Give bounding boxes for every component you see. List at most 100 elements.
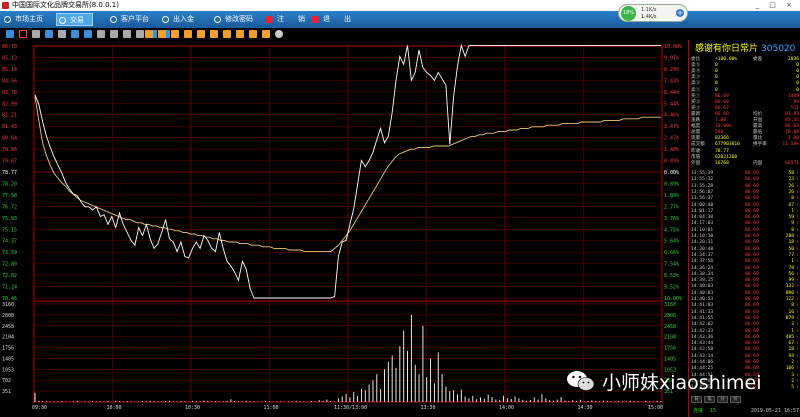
logout-icon: [266, 16, 273, 23]
price-tick-label: 75.93: [2, 216, 17, 222]
quote-v: +100.00%: [715, 57, 738, 62]
percent-tick-label: 10.00%: [664, 44, 682, 50]
watermark-text: 小师妹xiaoshimei: [602, 372, 762, 394]
quote-v: 0: [715, 87, 718, 93]
volume-right-tick-label: 2104: [664, 335, 676, 341]
time-tick-label: 10:00: [107, 405, 122, 411]
quote-l2: 换手率: [753, 142, 767, 148]
x-icon[interactable]: [236, 30, 244, 38]
quote-v: 0: [715, 81, 718, 87]
panel-tab-3[interactable]: 价: [730, 396, 741, 403]
menu-item-label: 出入金: [173, 15, 194, 23]
network-speeds: 1.1K/s 1.4K/s: [641, 7, 657, 21]
quote-v: 677903810: [715, 142, 740, 148]
n-icon[interactable]: [210, 30, 218, 38]
k-icon[interactable]: [145, 30, 153, 38]
print-icon[interactable]: [32, 30, 40, 38]
quote-v: 86.69: [715, 111, 729, 117]
time-tick-label: 11:30/13:00: [334, 405, 367, 411]
save-icon[interactable]: [45, 30, 53, 38]
menu-item-label: 修改密码: [225, 15, 253, 23]
percent-tick-label: 6.44%: [664, 90, 679, 96]
exit-icon: [312, 16, 319, 23]
volume-right-tick-label: 1756: [664, 346, 676, 352]
down-icon[interactable]: [136, 30, 144, 38]
volume-right-tick-label: 1405: [664, 356, 676, 362]
right-icon[interactable]: [110, 30, 118, 38]
price-tick-label: 85.14: [2, 67, 17, 73]
quote-row: 买② 86.68 99: [691, 100, 799, 106]
quote-row: 昨收 78.77: [691, 149, 799, 155]
quote-row: 买③ 86.67 511: [691, 106, 799, 112]
volume-tick-label: 1756: [2, 346, 14, 352]
stock-code: 305020: [761, 44, 796, 54]
menu-item-2[interactable]: 客户平台: [108, 13, 149, 26]
quote-row: 卖④ 0 0: [691, 69, 799, 75]
quote-v2: 99: [793, 99, 799, 105]
quote-v: 78.77: [715, 148, 729, 154]
percent-tick-label: 2.77%: [664, 204, 679, 210]
menu-item-5[interactable]: 注 销: [264, 13, 305, 26]
quote-row: 卖③ 0 0: [691, 75, 799, 81]
time-tick-label: 11:00: [264, 405, 279, 411]
s-icon[interactable]: [184, 30, 192, 38]
tick-v: 5: [791, 385, 794, 391]
menu-item-label: 退 出: [323, 15, 351, 23]
copy-icon[interactable]: [58, 30, 66, 38]
left-icon[interactable]: [97, 30, 105, 38]
menu-item-6[interactable]: 退 出: [310, 13, 351, 26]
percent-tick-label: 3.47%: [664, 124, 679, 130]
gear-icon[interactable]: [275, 30, 283, 38]
up-icon[interactable]: [123, 30, 131, 38]
chart-icon[interactable]: [6, 30, 14, 38]
percent-tick-label: 8.29%: [664, 67, 679, 73]
menu-item-label: 市场主页: [15, 15, 43, 23]
volume-tick-label: 2104: [2, 335, 14, 341]
pen-icon[interactable]: [19, 30, 27, 38]
m-icon[interactable]: [197, 30, 205, 38]
quote-row: 市值 62821260: [691, 155, 799, 161]
percent-tick-label: 6.66%: [664, 250, 679, 256]
panel-tab-0[interactable]: 日: [691, 396, 702, 403]
percent-tick-label: 5.44%: [664, 101, 679, 107]
price-tick-label: 82.21: [2, 113, 17, 119]
b-icon[interactable]: [171, 30, 179, 38]
quote-row: 涨跌 7.88 开盘 83.35: [691, 118, 799, 124]
connection-status: 连接: [693, 408, 704, 414]
percent-tick-label: 3.76%: [664, 216, 679, 222]
zoom-out-icon[interactable]: [84, 30, 92, 38]
quote-v2: 81.93: [785, 111, 799, 117]
y-icon[interactable]: [249, 30, 257, 38]
percent-tick-label: 1.48%: [664, 147, 679, 153]
app-title: 中国国际文化品牌交易所(8.0.0.1): [12, 1, 119, 9]
time-tick-label: 14:30: [578, 405, 593, 411]
quote-v2: 1409: [787, 93, 799, 99]
price-tick-label: 74.37: [2, 239, 17, 245]
time-tick-label: 13:30: [421, 405, 436, 411]
menu-item-1[interactable]: 交易: [56, 13, 93, 26]
quote-l: 买①: [691, 93, 701, 99]
f-icon[interactable]: [158, 30, 166, 38]
connection-count: 15: [710, 408, 717, 414]
network-speed-widget[interactable]: 18% 1.1K/s 1.4K/s +: [618, 4, 688, 22]
window-controls[interactable]: _ □ ×: [756, 0, 796, 11]
percent-tick-label: 8.53%: [664, 273, 679, 279]
price-tick-label: 81.43: [2, 124, 17, 130]
expand-icon[interactable]: +: [676, 9, 684, 17]
tick-d: ↑: [796, 385, 799, 391]
watermark: 小师妹xiaoshimei: [566, 366, 788, 396]
z-icon[interactable]: [262, 30, 270, 38]
time-tick-label: 09:30: [32, 405, 47, 411]
menu-item-3[interactable]: 出入金: [160, 13, 194, 26]
menu-item-label: 交易: [70, 16, 84, 24]
menu-item-4[interactable]: 修改密码: [212, 13, 253, 26]
menu-item-label: 客户平台: [121, 15, 149, 23]
intraday-chart[interactable]: 86.70 85.13 85.14 84.56 83.78 82.99 82.21 81.43…: [0, 40, 688, 417]
zoom-in-icon[interactable]: [71, 30, 79, 38]
panel-tab-1[interactable]: 笔: [704, 396, 715, 403]
panel-tab-2[interactable]: 分: [717, 396, 728, 403]
t-icon[interactable]: [223, 30, 231, 38]
chart-background: [0, 40, 688, 417]
menu-item-0[interactable]: 市场主页: [2, 13, 43, 26]
percent-tick-label: 7.54%: [664, 262, 679, 268]
